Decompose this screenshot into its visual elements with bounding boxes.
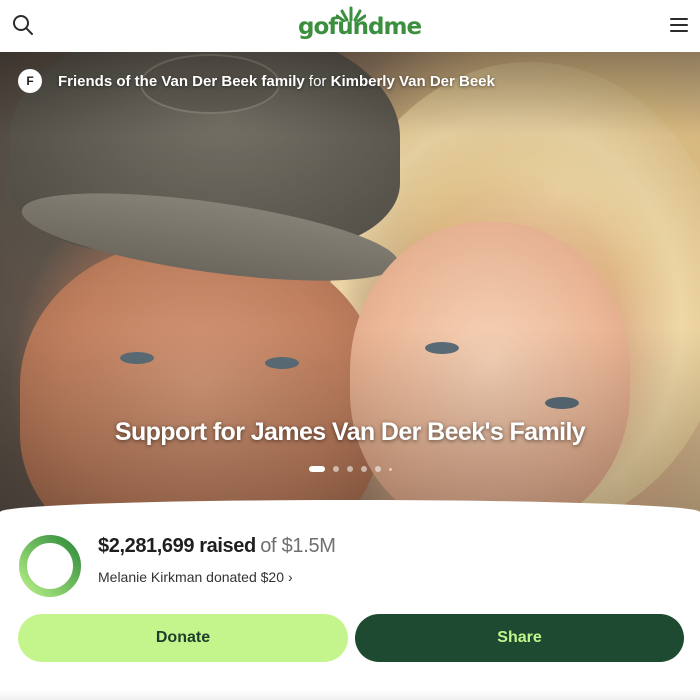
carousel-dot[interactable] — [347, 466, 353, 472]
organizer-line[interactable]: F Friends of the Van Der Beek family for… — [18, 68, 495, 94]
donation-summary-card — [0, 500, 700, 700]
organizer-for-word: for — [308, 72, 327, 90]
organizer-avatar: F — [18, 69, 42, 93]
recent-donation-text: Melanie Kirkman donated $20 — [98, 569, 285, 585]
carousel-dot[interactable] — [361, 466, 367, 472]
recent-donation-link[interactable]: Melanie Kirkman donated $20 › — [98, 569, 293, 585]
carousel-dot[interactable] — [309, 466, 325, 472]
share-button[interactable]: Share — [355, 614, 684, 662]
bottom-fade — [0, 690, 700, 700]
goal-amount: of $1.5M — [260, 535, 336, 557]
donate-button[interactable]: Donate — [18, 614, 348, 662]
carousel-dot[interactable] — [375, 466, 381, 472]
menu-button[interactable] — [664, 10, 694, 40]
organizer-name[interactable]: Friends of the Van Der Beek family — [58, 73, 305, 90]
progress-ring — [19, 535, 81, 597]
search-icon — [13, 15, 33, 35]
beneficiary-name[interactable]: Kimberly Van Der Beek — [331, 73, 495, 90]
hero-image-carousel[interactable]: F Friends of the Van Der Beek family for… — [0, 52, 700, 512]
chevron-right-icon: › — [288, 569, 293, 585]
gofundme-logo[interactable]: gofundme — [298, 6, 422, 44]
search-button[interactable] — [8, 10, 38, 40]
hamburger-menu-icon — [670, 18, 688, 32]
top-navigation-bar: gofundme — [0, 0, 700, 52]
sprout-icon — [336, 6, 366, 22]
amount-raised: $2,281,699 raised — [98, 535, 256, 557]
carousel-indicator[interactable] — [309, 466, 400, 472]
amount-raised-line: $2,281,699 raised of $1.5M — [98, 535, 336, 558]
share-button-label: Share — [497, 629, 542, 646]
campaign-title: Support for James Van Der Beek's Family — [114, 418, 586, 446]
donate-button-label: Donate — [155, 629, 211, 646]
organizer-text: Friends of the Van Der Beek family for K… — [58, 73, 495, 90]
carousel-dot[interactable] — [333, 466, 339, 472]
carousel-dot[interactable] — [389, 467, 392, 471]
